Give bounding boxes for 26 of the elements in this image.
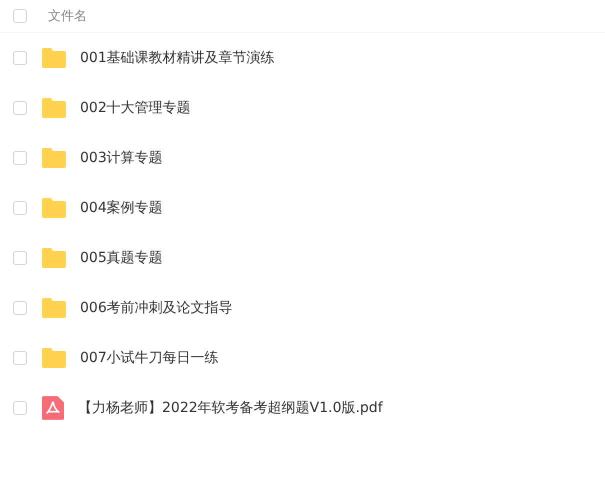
file-name[interactable]: 007小试牛刀每日一练 bbox=[80, 349, 219, 367]
file-name[interactable]: 002十大管理专题 bbox=[80, 99, 191, 117]
pdf-icon bbox=[42, 396, 64, 420]
checkbox[interactable] bbox=[13, 251, 27, 265]
checkbox[interactable] bbox=[13, 201, 27, 215]
folder-icon bbox=[42, 98, 66, 118]
file-name[interactable]: 004案例专题 bbox=[80, 199, 163, 217]
checkbox[interactable] bbox=[13, 301, 27, 315]
file-name[interactable]: 【力杨老师】2022年软考备考超纲题V1.0版.pdf bbox=[78, 399, 383, 417]
folder-icon bbox=[42, 248, 66, 268]
checkbox[interactable] bbox=[13, 9, 27, 23]
folder-icon bbox=[42, 48, 66, 68]
file-name[interactable]: 005真题专题 bbox=[80, 249, 163, 267]
checkbox[interactable] bbox=[13, 351, 27, 365]
folder-icon bbox=[42, 348, 66, 368]
checkbox[interactable] bbox=[13, 101, 27, 115]
folder-icon bbox=[42, 298, 66, 318]
folder-icon bbox=[42, 148, 66, 168]
file-name[interactable]: 001基础课教材精讲及章节演练 bbox=[80, 49, 275, 67]
file-name[interactable]: 006考前冲刺及论文指导 bbox=[80, 299, 233, 317]
folder-icon bbox=[42, 198, 66, 218]
column-header: 文件名 bbox=[48, 8, 87, 25]
file-name[interactable]: 003计算专题 bbox=[80, 149, 163, 167]
checkbox[interactable] bbox=[13, 401, 27, 415]
checkbox[interactable] bbox=[13, 51, 27, 65]
checkbox[interactable] bbox=[13, 151, 27, 165]
